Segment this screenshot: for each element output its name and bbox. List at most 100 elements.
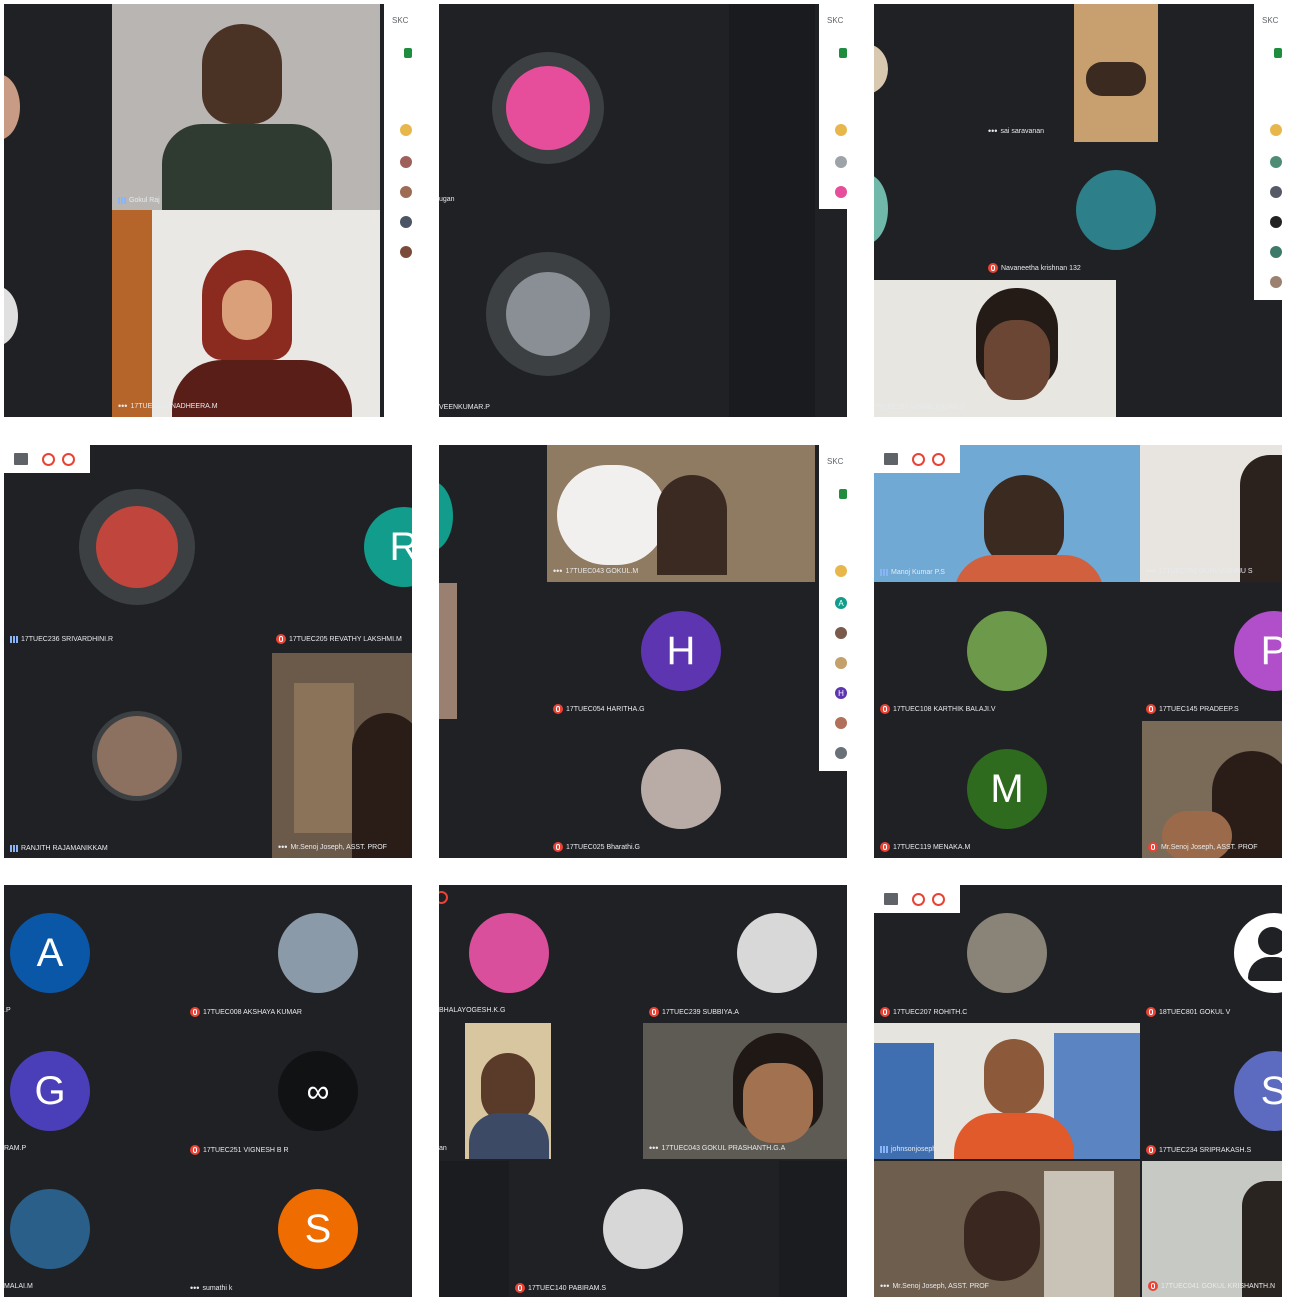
participant-name: ••• 17TUEC050 GURUVISHNU S: [1146, 566, 1253, 576]
record-icon[interactable]: [439, 891, 448, 904]
video-tile-senoj[interactable]: ••• Mr.Senoj Joseph, ASST. PROF: [874, 1161, 1140, 1297]
participant-name: ••• Mr.Senoj Joseph, ASST. PROF: [278, 842, 387, 852]
video-tile-left[interactable]: [465, 1023, 551, 1159]
participant-avatar[interactable]: [641, 749, 721, 829]
meeting-screenshot-4: 17TUEC236 SRIVARDHINI.R R 17TUEC205 REVA…: [4, 445, 412, 858]
participant-avatar-train[interactable]: [10, 1189, 90, 1269]
participant-name: ••• 17TUEC043 GOKUL.M: [553, 566, 639, 576]
alert-icon[interactable]: [912, 893, 925, 906]
participant-avatar[interactable]: [96, 506, 178, 588]
participant-video: [1242, 1181, 1282, 1297]
infinity-avatar[interactable]: ∞: [278, 1051, 358, 1131]
participant-thumb: [835, 717, 847, 729]
partial-avatar: [439, 481, 453, 551]
participant-avatar-letter[interactable]: P: [1234, 611, 1282, 691]
participant-thumb: [1270, 124, 1282, 136]
participant-thumb: [835, 124, 847, 136]
participant-avatar-letter[interactable]: H: [641, 611, 721, 691]
participant-name: 17TUEC025 Bharathi.G: [553, 842, 640, 852]
video-tile-sai[interactable]: [1074, 4, 1158, 142]
participant-video: [294, 683, 354, 833]
alert-icon[interactable]: [912, 453, 925, 466]
participant-avatar[interactable]: [97, 716, 177, 796]
participant-avatar-earth[interactable]: [1076, 170, 1156, 250]
participant-video: [202, 24, 282, 124]
people-icon[interactable]: [839, 489, 847, 499]
video-tile-gokul[interactable]: Gokul Raj: [112, 4, 380, 210]
participant-name: 17TUEC008 AKSHAYA KUMAR: [190, 1007, 302, 1017]
participant-name: Mr.Senoj Joseph, ASST. PROF: [1148, 842, 1258, 852]
participant-video: [984, 475, 1064, 565]
tile-dark: [779, 1161, 847, 1297]
people-icon[interactable]: [404, 48, 412, 58]
mic-off-icon: [649, 1007, 659, 1017]
participant-video: [874, 1043, 934, 1159]
participant-name: 17TUEC108 KARTHIK BALAJI.V: [880, 704, 996, 714]
participant-avatar[interactable]: [603, 1189, 683, 1269]
participant-name: ••• Mr.Senoj Joseph, ASST. PROF: [880, 1281, 989, 1291]
record-icon[interactable]: [62, 453, 75, 466]
partial-avatar: [874, 174, 888, 244]
speaking-icon: [880, 569, 888, 576]
monitor-icon[interactable]: [884, 453, 898, 465]
video-tile-top[interactable]: ••• 17TUEC043 GOKUL.M: [547, 445, 815, 582]
participant-avatar-letter[interactable]: A: [10, 913, 90, 993]
participant-avatar[interactable]: [737, 913, 817, 993]
participant-avatar-letter[interactable]: S: [278, 1189, 358, 1269]
video-tile-prashanth[interactable]: ••• 17TUEC043 GOKUL PRASHANTH.G.A: [643, 1023, 847, 1159]
participant-avatar[interactable]: [967, 913, 1047, 993]
speaking-icon: [10, 636, 18, 643]
monitor-icon[interactable]: [884, 893, 898, 905]
alert-icon[interactable]: [42, 453, 55, 466]
participant-name: Gokul Raj: [118, 197, 160, 204]
mic-off-icon: [276, 634, 286, 644]
monitor-icon[interactable]: [14, 453, 28, 465]
participant-avatar-letter[interactable]: R: [364, 507, 412, 587]
participant-name: 17TUEC041 GOKUL KRISHANTH.N: [1148, 1281, 1275, 1291]
participant-name: MALAI.M: [4, 1283, 33, 1290]
video-tile-senoj[interactable]: ••• Mr.Senoj Joseph, ASST. PROF: [272, 653, 412, 858]
partial-avatar: [4, 74, 20, 140]
participant-name: 17TUEC234 SRIPRAKASH.S: [1146, 1145, 1251, 1155]
side-label: SKC: [827, 457, 844, 466]
speaking-icon: [10, 845, 18, 852]
side-label: SKC: [827, 16, 844, 25]
video-tile-nadheera[interactable]: ••• 17TUEC128 NADHEERA.M: [112, 210, 380, 417]
side-panel: SKC: [819, 4, 847, 209]
participant-name: ••• sumathi k: [190, 1283, 233, 1293]
participant-thumb: [835, 565, 847, 577]
participant-avatar-dog[interactable]: [469, 913, 549, 993]
video-tile-vishal[interactable]: 7TUEC253 VISHALRAJAN S: [874, 280, 1116, 417]
video-tile-senoj[interactable]: Mr.Senoj Joseph, ASST. PROF: [1142, 721, 1282, 858]
participant-avatar[interactable]: [278, 913, 358, 993]
people-icon[interactable]: [1274, 48, 1282, 58]
participant-video: [557, 465, 667, 565]
side-panel: SKC: [384, 4, 412, 417]
video-tile-gokulk[interactable]: 17TUEC041 GOKUL KRISHANTH.N: [1142, 1161, 1282, 1297]
people-icon[interactable]: [839, 48, 847, 58]
participant-name: 17TUEC239 SUBBIYA.A: [649, 1007, 739, 1017]
participant-avatar[interactable]: [967, 611, 1047, 691]
participant-name: 17TUEC145 PRADEEP.S: [1146, 704, 1239, 714]
meeting-screenshot-6: Manoj Kumar P.S ••• 17TUEC050 GURUVISHNU …: [874, 445, 1282, 858]
video-tile-guru[interactable]: ••• 17TUEC050 GURUVISHNU S: [1140, 445, 1282, 582]
default-user-avatar[interactable]: [1234, 913, 1282, 993]
participant-thumb: [400, 156, 412, 168]
participant-avatar-letter[interactable]: M: [967, 749, 1047, 829]
record-icon[interactable]: [932, 453, 945, 466]
mic-off-icon: [1146, 704, 1156, 714]
participant-avatar-letter[interactable]: G: [10, 1051, 90, 1131]
meeting-screenshot-9: 17TUEC207 ROHITH.C 18TUEC801 GOKUL V joh…: [874, 885, 1282, 1297]
side-panel: SKC: [1254, 4, 1282, 300]
record-icon[interactable]: [932, 893, 945, 906]
participant-name: 17TUEC205 REVATHY LAKSHMI.M: [276, 634, 402, 644]
participant-avatar[interactable]: [506, 272, 590, 356]
participant-video: [1044, 1171, 1114, 1297]
participant-video: [162, 124, 332, 210]
participant-avatar-puppy[interactable]: [506, 66, 590, 150]
participant-video: [954, 1113, 1074, 1159]
video-tile-johnson[interactable]: johnsonjoseph: [874, 1023, 1140, 1159]
participant-avatar-letter[interactable]: S: [1234, 1051, 1282, 1131]
participant-name: Navaneetha krishnan 132: [988, 263, 1081, 273]
participant-name: RANJITH RAJAMANIKKAM: [10, 845, 108, 852]
